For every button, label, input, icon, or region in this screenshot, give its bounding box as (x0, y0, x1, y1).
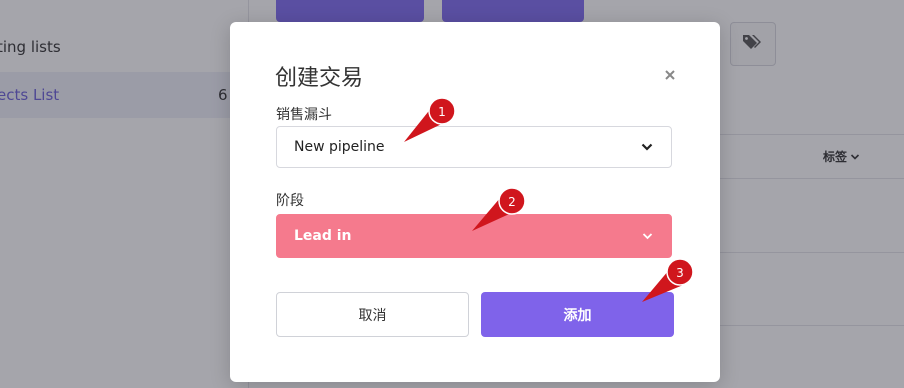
stage-label: 阶段 (276, 193, 304, 209)
modal-title: 创建交易 (275, 66, 364, 91)
pipeline-select[interactable]: New pipeline (276, 126, 672, 168)
pipeline-label: 销售漏斗 (276, 107, 332, 123)
create-deal-modal: 创建交易 销售漏斗 New pipeline 阶段 Lead in 取消 添加 (230, 22, 720, 382)
close-icon (665, 65, 675, 84)
chevron-down-icon (642, 233, 653, 240)
stage-value: Lead in (294, 228, 352, 244)
pipeline-value: New pipeline (294, 139, 385, 155)
close-button[interactable] (662, 66, 678, 82)
stage-select[interactable]: Lead in (276, 214, 672, 258)
add-button-label: 添加 (563, 307, 592, 324)
cancel-button[interactable]: 取消 (276, 292, 469, 337)
cancel-button-label: 取消 (358, 307, 387, 324)
add-button[interactable]: 添加 (481, 292, 674, 337)
chevron-down-icon (641, 143, 653, 151)
